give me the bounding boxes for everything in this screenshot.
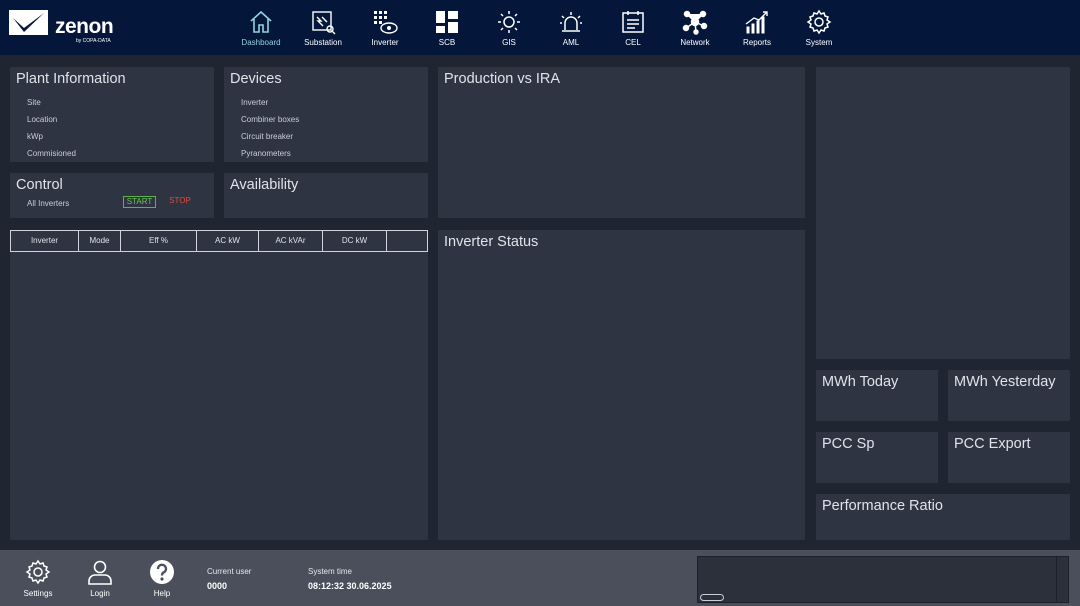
inverter-icon: [374, 11, 398, 34]
sun-icon: [498, 11, 520, 33]
mwh-today-panel: MWh Today: [816, 370, 938, 421]
inverter-status-panel: Inverter Status: [438, 230, 805, 540]
nav-label: Substation: [304, 38, 342, 47]
nav-label: AML: [562, 38, 580, 47]
stop-button[interactable]: STOP: [167, 196, 193, 208]
plant-info-location-label: Location: [27, 115, 58, 124]
network-icon: [682, 10, 708, 35]
event-list-icon: [622, 11, 644, 33]
panel-title: MWh Yesterday: [954, 374, 1056, 390]
plant-overview-panel: [816, 67, 1070, 359]
plant-info-site-label: Site: [27, 98, 41, 107]
footer-label: Settings: [23, 589, 53, 598]
nav-label: GIS: [502, 38, 516, 47]
column-header-ac-kw[interactable]: AC kW: [197, 231, 259, 251]
production-vs-ira-panel: Production vs IRA: [438, 67, 805, 218]
top-navigation-bar: zenon by COPA-DATA Dashboard Substation …: [0, 0, 1080, 55]
brand-byline: by COPA-DATA: [76, 38, 111, 44]
availability-panel: Availability: [224, 173, 428, 218]
gear-icon: [806, 9, 832, 35]
home-icon: [250, 10, 272, 33]
footer-label: Login: [90, 589, 110, 598]
pcc-sp-panel: PCC Sp: [816, 432, 938, 483]
plant-info-kwp-label: kWp: [27, 132, 43, 141]
nav-label: Reports: [742, 38, 771, 47]
nav-label: Inverter: [371, 38, 399, 47]
message-list-box[interactable]: [697, 556, 1069, 603]
panel-title: PCC Export: [954, 436, 1031, 452]
control-target-label: All Inverters: [27, 199, 70, 208]
column-header-dc-kw[interactable]: DC kW: [323, 231, 387, 251]
devices-panel: Devices Inverter Combiner boxes Circuit …: [224, 67, 428, 162]
settings-button[interactable]: Settings: [16, 559, 60, 598]
nav-substation[interactable]: Substation: [292, 6, 354, 50]
nav-label: Dashboard: [241, 38, 281, 47]
column-header-ac-kvar[interactable]: AC kVAr: [259, 231, 323, 251]
panel-title: Availability: [230, 177, 299, 193]
reports-icon: [745, 11, 768, 34]
nav-gis[interactable]: GIS: [478, 6, 540, 50]
inverter-table: Inverter Mode Eff % AC kW AC kVAr DC kW: [10, 230, 428, 540]
nav-dashboard[interactable]: Dashboard: [230, 6, 292, 50]
panel-title: Production vs IRA: [444, 71, 561, 87]
performance-ratio-panel: Performance Ratio: [816, 494, 1070, 540]
devices-circuit-breaker-label: Circuit breaker: [241, 132, 294, 141]
footer-bar: Settings Login Help Current user 0000 Sy…: [0, 550, 1080, 606]
settings-gear-icon: [25, 559, 51, 585]
substation-icon: [312, 11, 336, 35]
zenon-logo-mark: [9, 10, 48, 35]
system-time-value: 08:12:32 30.06.2025: [308, 581, 392, 591]
pcc-export-panel: PCC Export: [948, 432, 1070, 483]
nav-reports[interactable]: Reports: [726, 6, 788, 50]
column-header-mode[interactable]: Mode: [79, 231, 121, 251]
help-icon: [150, 560, 174, 584]
nav-aml[interactable]: AML: [540, 6, 602, 50]
nav-inverter[interactable]: Inverter: [354, 6, 416, 50]
panel-title: Inverter Status: [444, 234, 539, 250]
system-time-caption: System time: [308, 567, 353, 576]
current-user-caption: Current user: [207, 567, 252, 576]
current-user-value: 0000: [207, 581, 228, 591]
panel-title: Devices: [230, 71, 282, 87]
scb-icon: [436, 11, 458, 33]
start-button[interactable]: START: [123, 196, 156, 208]
help-button[interactable]: Help: [140, 559, 184, 598]
column-header-inverter[interactable]: Inverter: [11, 231, 79, 251]
column-header-eff[interactable]: Eff %: [121, 231, 197, 251]
panel-title: Plant Information: [16, 71, 126, 87]
alarm-icon: [560, 12, 582, 32]
nav-label: SCB: [438, 38, 456, 47]
inverter-table-header: Inverter Mode Eff % AC kW AC kVAr DC kW: [10, 230, 428, 252]
footer-label: Help: [153, 589, 171, 598]
nav-scb[interactable]: SCB: [416, 6, 478, 50]
panel-title: Control: [16, 177, 63, 193]
nav-label: System: [805, 38, 833, 47]
panel-title: Performance Ratio: [822, 498, 943, 514]
horizontal-scrollbar[interactable]: [698, 593, 1056, 602]
devices-combiner-boxes-label: Combiner boxes: [241, 115, 300, 124]
panel-title: MWh Today: [822, 374, 899, 390]
nav-network[interactable]: Network: [664, 6, 726, 50]
user-icon: [88, 560, 112, 585]
control-panel: Control All Inverters START STOP: [10, 173, 214, 218]
login-button[interactable]: Login: [78, 559, 122, 598]
nav-label: Network: [680, 38, 710, 47]
brand-name: zenon: [55, 15, 114, 38]
panel-title: PCC Sp: [822, 436, 875, 452]
plant-information-panel: Plant Information Site Location kWp Comm…: [10, 67, 214, 162]
nav-cel[interactable]: CEL: [602, 6, 664, 50]
devices-pyranometers-label: Pyranometers: [241, 149, 291, 158]
zenon-logo: zenon by COPA-DATA: [9, 10, 119, 46]
scrollbar-thumb[interactable]: [700, 594, 724, 601]
vertical-scrollbar[interactable]: [1056, 557, 1068, 602]
column-header-extra[interactable]: [387, 231, 427, 251]
mwh-yesterday-panel: MWh Yesterday: [948, 370, 1070, 421]
plant-info-commisioned-label: Commisioned: [27, 149, 76, 158]
devices-inverter-label: Inverter: [241, 98, 269, 107]
nav-label: CEL: [625, 38, 641, 47]
nav-system[interactable]: System: [788, 6, 850, 50]
